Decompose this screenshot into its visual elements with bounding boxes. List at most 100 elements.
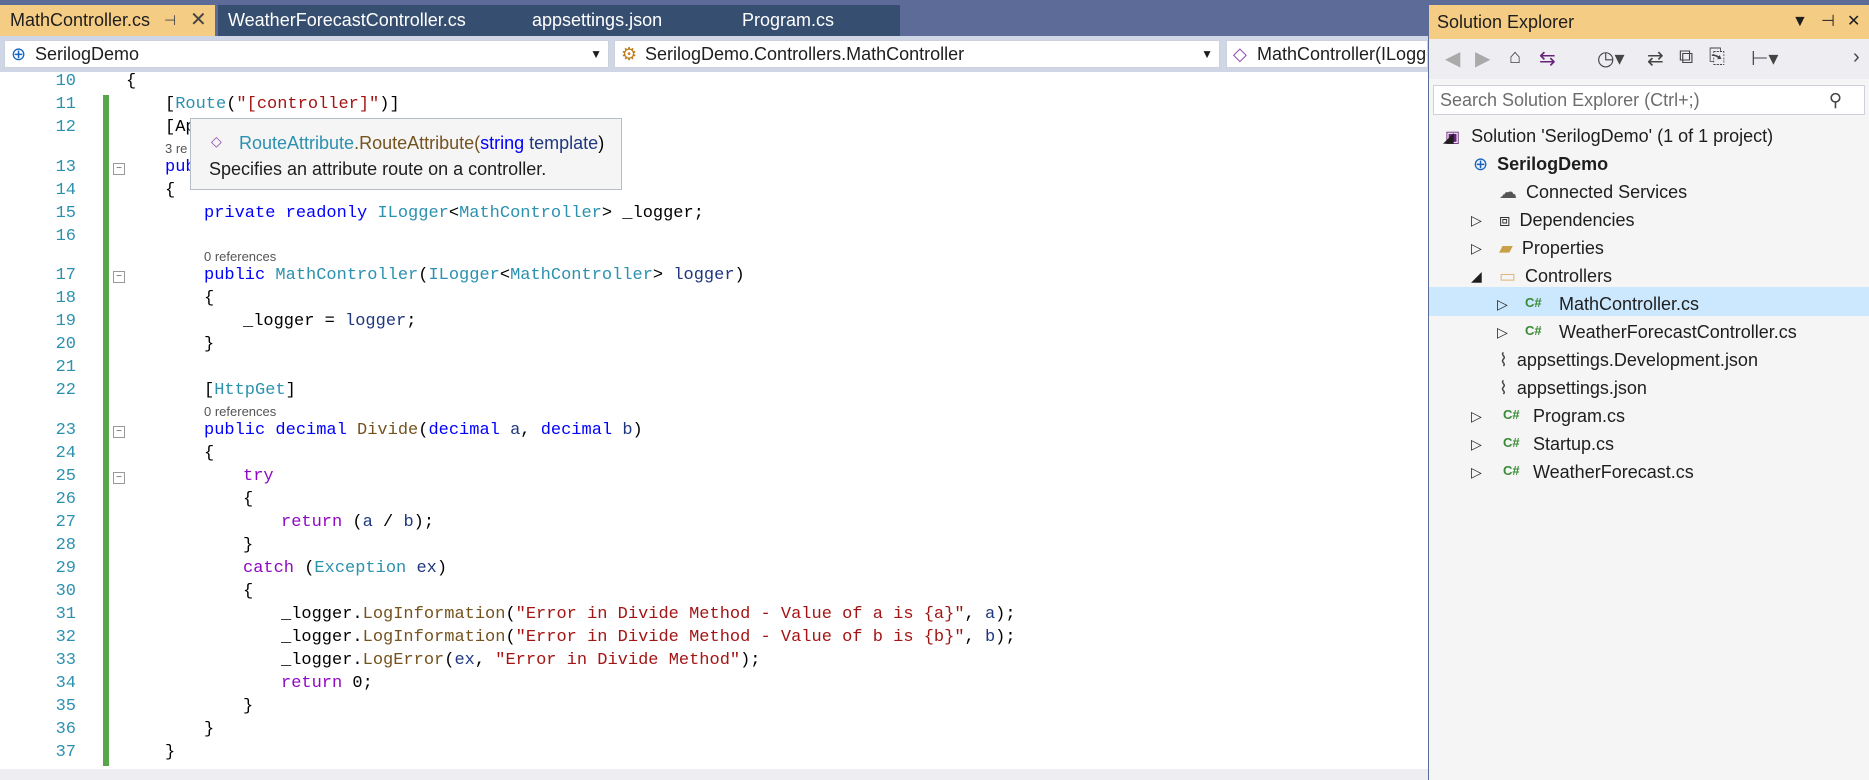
tree-node-mathcontroller[interactable]: MathController.cs xyxy=(1559,290,1699,318)
pin-icon[interactable]: ⊣ xyxy=(164,5,176,36)
tree-node-dependencies[interactable]: ⧈ Dependencies xyxy=(1499,206,1635,234)
node-label: Controllers xyxy=(1525,266,1613,286)
home-icon[interactable]: ⌂ xyxy=(1509,46,1521,69)
collapsed-icon[interactable]: ▷ xyxy=(1471,464,1482,481)
attribute-icon: ◇ xyxy=(211,133,222,149)
collapse-icon[interactable]: − xyxy=(113,271,125,283)
properties-icon[interactable]: ⊢▾ xyxy=(1751,46,1778,71)
line-number: 22 xyxy=(55,381,76,400)
collapse-icon[interactable]: − xyxy=(113,426,125,438)
tooltip-description: Specifies an attribute route on a contro… xyxy=(209,159,547,179)
collapse-all-icon[interactable]: ⧉ xyxy=(1679,46,1693,69)
tab-label: appsettings.json xyxy=(532,10,663,30)
code-line: _logger.LogError(ex, "Error in Divide Me… xyxy=(281,651,761,670)
code-line: [Route("[controller]")] xyxy=(165,95,400,114)
node-label: Connected Services xyxy=(1526,182,1688,202)
search-icon[interactable]: ⚲ xyxy=(1829,86,1842,114)
more-icon[interactable]: › xyxy=(1853,46,1860,69)
collapsed-icon[interactable]: ▷ xyxy=(1497,296,1508,313)
code-line: _logger.LogInformation("Error in Divide … xyxy=(281,628,1016,647)
json-file-icon: ⌇ xyxy=(1499,378,1508,398)
tree-node-controllers[interactable]: ▭ Controllers xyxy=(1499,262,1612,290)
line-number: 33 xyxy=(55,651,76,670)
tree-node-connected-services[interactable]: ☁ Connected Services xyxy=(1499,178,1687,206)
line-number: 16 xyxy=(55,227,76,246)
globe-icon: ⊕ xyxy=(11,44,27,64)
code-lens-references[interactable]: 0 references xyxy=(204,404,276,419)
search-input[interactable]: Search Solution Explorer (Ctrl+;) ⚲ xyxy=(1433,85,1865,115)
code-line: public decimal Divide(decimal a, decimal… xyxy=(204,421,643,440)
code-line: { xyxy=(243,490,254,509)
collapsed-icon[interactable]: ▷ xyxy=(1497,324,1508,341)
forward-icon[interactable]: ▶ xyxy=(1475,46,1490,71)
collapse-icon[interactable]: − xyxy=(113,163,125,175)
code-line: catch (Exception ex) xyxy=(243,559,448,578)
node-label: SerilogDemo xyxy=(1497,154,1609,174)
code-lens-references[interactable]: 0 references xyxy=(204,249,276,264)
line-number: 34 xyxy=(55,674,76,693)
code-lens-references[interactable]: 3 re xyxy=(165,141,187,156)
line-number: 28 xyxy=(55,536,76,555)
collapsed-icon[interactable]: ▷ xyxy=(1471,212,1482,229)
close-icon[interactable]: ✕ xyxy=(1847,5,1860,39)
tree-node-weatherforecast[interactable]: WeatherForecast.cs xyxy=(1533,458,1694,486)
member-label: MathController(ILogger<MathController> l… xyxy=(1257,44,1427,64)
type-dropdown[interactable]: ⚙ SerilogDemo.Controllers.MathController… xyxy=(614,40,1220,68)
tree-node-program[interactable]: Program.cs xyxy=(1533,402,1625,430)
tree-node-appsettings[interactable]: ⌇ appsettings.json xyxy=(1499,374,1647,402)
back-icon[interactable]: ◀ xyxy=(1445,46,1460,71)
code-line: _logger = logger; xyxy=(243,312,417,331)
folder-icon: ▭ xyxy=(1499,266,1517,286)
collapse-icon[interactable]: − xyxy=(113,472,125,484)
code-line: } xyxy=(165,743,176,762)
member-dropdown[interactable]: ◇ MathController(ILogger<MathController>… xyxy=(1226,40,1428,68)
line-number: 11 xyxy=(55,95,76,114)
line-number: 31 xyxy=(55,605,76,624)
code-line: [HttpGet] xyxy=(204,381,296,400)
code-line: try xyxy=(243,467,274,486)
node-label: Startup.cs xyxy=(1533,434,1615,454)
pin-icon[interactable]: ⊣ xyxy=(1821,5,1835,39)
code-line: } xyxy=(243,697,254,716)
tab-appsettings[interactable]: appsettings.json xyxy=(522,5,732,36)
chevron-down-icon[interactable]: ▼ xyxy=(590,41,602,67)
line-number: 29 xyxy=(55,559,76,578)
collapsed-icon[interactable]: ▷ xyxy=(1471,408,1482,425)
project-dropdown[interactable]: ⊕ SerilogDemo ▼ xyxy=(4,40,609,68)
collapsed-icon[interactable]: ▷ xyxy=(1471,436,1482,453)
close-icon[interactable]: ✕ xyxy=(190,5,207,36)
pending-changes-icon[interactable]: ◷▾ xyxy=(1597,46,1625,71)
line-number: 24 xyxy=(55,444,76,463)
collapsed-icon[interactable]: ▷ xyxy=(1471,240,1482,257)
properties-folder-icon: ▰ xyxy=(1499,238,1513,258)
sync-icon[interactable]: ⇄ xyxy=(1647,46,1664,71)
line-number: 17 xyxy=(55,266,76,285)
line-number: 18 xyxy=(55,289,76,308)
line-number: 27 xyxy=(55,513,76,532)
tree-node-solution[interactable]: ▣ Solution 'SerilogDemo' (1 of 1 project… xyxy=(1445,122,1773,150)
tree-node-startup[interactable]: Startup.cs xyxy=(1533,430,1614,458)
change-indicator-bar xyxy=(103,95,109,766)
dropdown-icon[interactable]: ▼ xyxy=(1792,5,1808,39)
expanded-icon[interactable]: ◢ xyxy=(1471,268,1482,285)
tree-node-properties[interactable]: ▰ Properties xyxy=(1499,234,1604,262)
code-line: return 0; xyxy=(281,674,373,693)
code-line: { xyxy=(243,582,254,601)
code-line: public MathController(ILogger<MathContro… xyxy=(204,266,745,285)
code-line: private readonly ILogger<MathController>… xyxy=(204,204,704,223)
code-line: { xyxy=(204,444,215,463)
switch-views-icon[interactable]: ⇆ xyxy=(1539,46,1556,71)
tree-node-project[interactable]: ⊕ SerilogDemo xyxy=(1473,150,1608,178)
tree-node-weatherforecastcontroller[interactable]: WeatherForecastController.cs xyxy=(1559,318,1797,346)
tab-mathcontroller[interactable]: MathController.cs ⊣ ✕ xyxy=(0,5,215,36)
expanded-icon[interactable]: ◢ xyxy=(1443,129,1454,146)
tree-node-appsettings-development[interactable]: ⌇ appsettings.Development.json xyxy=(1499,346,1758,374)
tab-weatherforecastcontroller[interactable]: WeatherForecastController.cs xyxy=(218,5,522,36)
code-line: { xyxy=(126,72,137,91)
chevron-down-icon[interactable]: ▼ xyxy=(1201,41,1213,67)
show-all-files-icon[interactable]: ⎘ xyxy=(1709,46,1725,69)
node-label: Solution 'SerilogDemo' (1 of 1 project) xyxy=(1471,126,1774,146)
code-line: } xyxy=(204,720,215,739)
tab-program[interactable]: Program.cs xyxy=(732,5,900,36)
node-label: Properties xyxy=(1521,238,1604,258)
